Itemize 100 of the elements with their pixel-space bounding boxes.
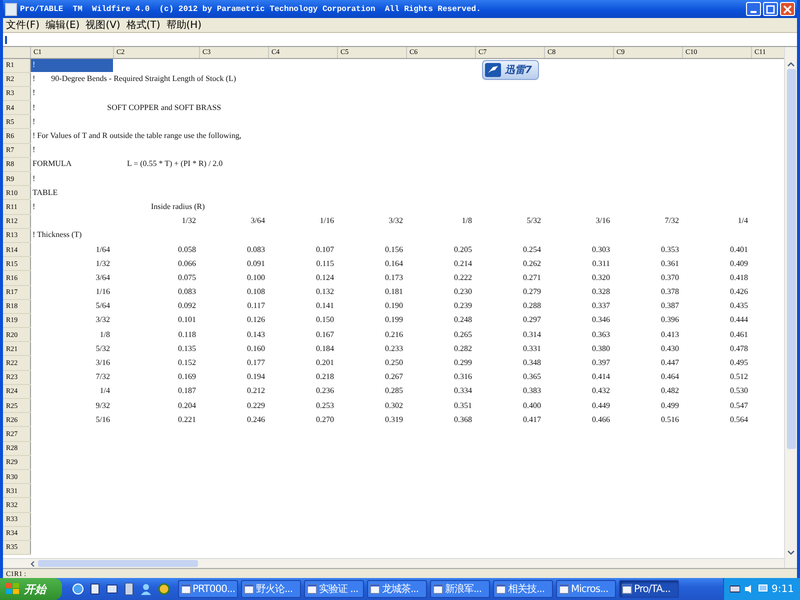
table-cell: ! xyxy=(30,114,785,129)
menu-item[interactable]: 文件(F) xyxy=(6,18,40,32)
table-cell-text: Inside radius (R) xyxy=(150,200,206,213)
table-cell-text: 0.400 xyxy=(522,400,542,412)
minimize-icon xyxy=(750,10,757,12)
table-cell-text: 0.348 xyxy=(522,357,542,370)
table-cell-text: 0.285 xyxy=(384,385,404,398)
table-cell-text: 0.396 xyxy=(660,314,680,326)
menu-item[interactable]: 视图(V) xyxy=(86,18,120,32)
window-icon xyxy=(433,584,443,594)
network-icon[interactable] xyxy=(758,584,768,594)
menu-item[interactable]: 编辑(E) xyxy=(46,18,80,32)
taskbar-button[interactable]: 新浪军... xyxy=(430,580,490,598)
window-icon xyxy=(559,584,569,594)
table-cell-text: 0.199 xyxy=(384,314,404,326)
table-cell-text: 0.337 xyxy=(591,300,611,312)
table-cell-text: 0.435 xyxy=(729,300,749,312)
table-cell-text: 1/8 xyxy=(460,215,473,228)
table-cell-text: 0.401 xyxy=(729,244,749,256)
person-icon[interactable] xyxy=(140,583,152,595)
keyboard-icon[interactable] xyxy=(730,584,740,594)
table-cell-text: 0.239 xyxy=(453,300,473,312)
table-cell-text: 0.447 xyxy=(660,357,680,370)
taskbar-button[interactable]: Micros... xyxy=(556,580,616,598)
menu-item[interactable]: 帮助(H) xyxy=(166,18,202,32)
table-cell-text: 0.248 xyxy=(453,314,473,326)
window-icon[interactable] xyxy=(106,583,118,595)
floating-widget[interactable]: 迅雷7 xyxy=(482,60,539,80)
table-cell-text: 0.512 xyxy=(729,371,749,384)
table-cell-text: 0.409 xyxy=(729,258,749,270)
close-button[interactable] xyxy=(780,2,795,16)
taskbar-button[interactable]: PRT000... xyxy=(178,580,238,598)
taskbar-button[interactable]: Pro/TA... xyxy=(619,580,679,598)
table-cell-text: 0.101 xyxy=(177,314,197,326)
window-icon xyxy=(181,584,191,594)
minimize-button[interactable] xyxy=(746,2,761,16)
table-cell-text: 0.466 xyxy=(591,414,611,426)
table-cell-text: 0.124 xyxy=(315,272,335,284)
table-cell-text: 0.430 xyxy=(660,342,680,355)
table-cell-text: 0.365 xyxy=(522,371,542,384)
table-cell-text: 0.314 xyxy=(522,328,542,341)
table-cell-text: 0.413 xyxy=(660,328,680,341)
table-cell: 1/4 xyxy=(30,384,113,398)
table-cell: TABLE xyxy=(30,186,785,200)
table-cell-text: 0.201 xyxy=(315,357,335,370)
vertical-scrollbar[interactable] xyxy=(784,47,797,568)
speaker-icon[interactable] xyxy=(744,584,754,594)
table-cell-text: 0.083 xyxy=(246,244,266,256)
globe-icon[interactable] xyxy=(72,583,84,595)
table-cell-text: 0.205 xyxy=(453,244,473,256)
table-cell: 1/32 xyxy=(30,256,113,271)
table-cell-text: 0.267 xyxy=(384,371,404,384)
table-cell: 5/16 xyxy=(30,412,113,427)
table-cell-text: 0.328 xyxy=(591,286,611,298)
table-cell-text: 0.254 xyxy=(522,244,542,256)
table-cell-text: 0.426 xyxy=(729,286,749,298)
table-cell-text: 0.299 xyxy=(453,357,473,370)
table-cell-text: L = (0.55 * T) + (PI * R) / 2.0 xyxy=(126,158,224,170)
clock: 9:11 xyxy=(772,584,794,594)
maximize-icon xyxy=(766,4,775,14)
table-cell-text: 0.432 xyxy=(591,385,611,398)
table-cell-text: 0.378 xyxy=(660,286,680,298)
maximize-button[interactable] xyxy=(763,2,778,16)
taskbar-button[interactable]: 实验证 ... xyxy=(304,580,364,598)
taskbar-button[interactable]: 相关技... xyxy=(493,580,553,598)
table-cell-text: 0.516 xyxy=(660,414,680,426)
table-cell-text: 0.091 xyxy=(246,258,266,270)
table-cell: ! For Values of T and R outside the table range use the following, xyxy=(30,128,785,144)
table-cell: ! xyxy=(30,200,113,214)
document-icon[interactable] xyxy=(90,583,100,595)
table-cell-text: 0.270 xyxy=(315,414,335,426)
table-cell-text: 0.229 xyxy=(246,400,266,412)
table-cell-text: 0.271 xyxy=(522,272,542,284)
table-cell-text: 0.118 xyxy=(177,328,197,341)
window-icon xyxy=(622,584,632,594)
table-cell-text: 0.167 xyxy=(315,328,335,341)
table-cell-text: 0.083 xyxy=(177,286,197,298)
table-cell-text: 0.288 xyxy=(522,300,542,312)
table-cell-text: 0.184 xyxy=(315,342,335,355)
table-cell: 1/8 xyxy=(30,328,113,342)
table-cell-text: 0.444 xyxy=(729,314,749,326)
table-cell-text: 0.058 xyxy=(177,244,197,256)
table-cell-text: 5/32 xyxy=(526,215,542,228)
taskbar-button[interactable]: 龙城茶... xyxy=(367,580,427,598)
table-cell-text: 0.164 xyxy=(384,258,404,270)
table-cell-text: 0.152 xyxy=(177,357,197,370)
windows-flag-icon xyxy=(6,583,20,595)
table-cell-text: 0.303 xyxy=(591,244,611,256)
table-cell: 7/32 xyxy=(30,370,113,384)
taskbar-button[interactable]: 野火论... xyxy=(241,580,301,598)
table-cell-text: 0.100 xyxy=(246,272,266,284)
table-cell-text: 0.194 xyxy=(246,371,266,384)
table-cell-text: 0.482 xyxy=(660,385,680,398)
device-icon[interactable] xyxy=(124,583,134,595)
table-cell-text: 0.368 xyxy=(453,414,473,426)
table-cell-text: 0.418 xyxy=(729,272,749,284)
menu-item[interactable]: 格式(T) xyxy=(126,18,160,32)
table-cell: ! xyxy=(30,172,785,186)
ball-icon[interactable] xyxy=(158,583,170,595)
horizontal-scrollbar[interactable] xyxy=(3,558,784,568)
